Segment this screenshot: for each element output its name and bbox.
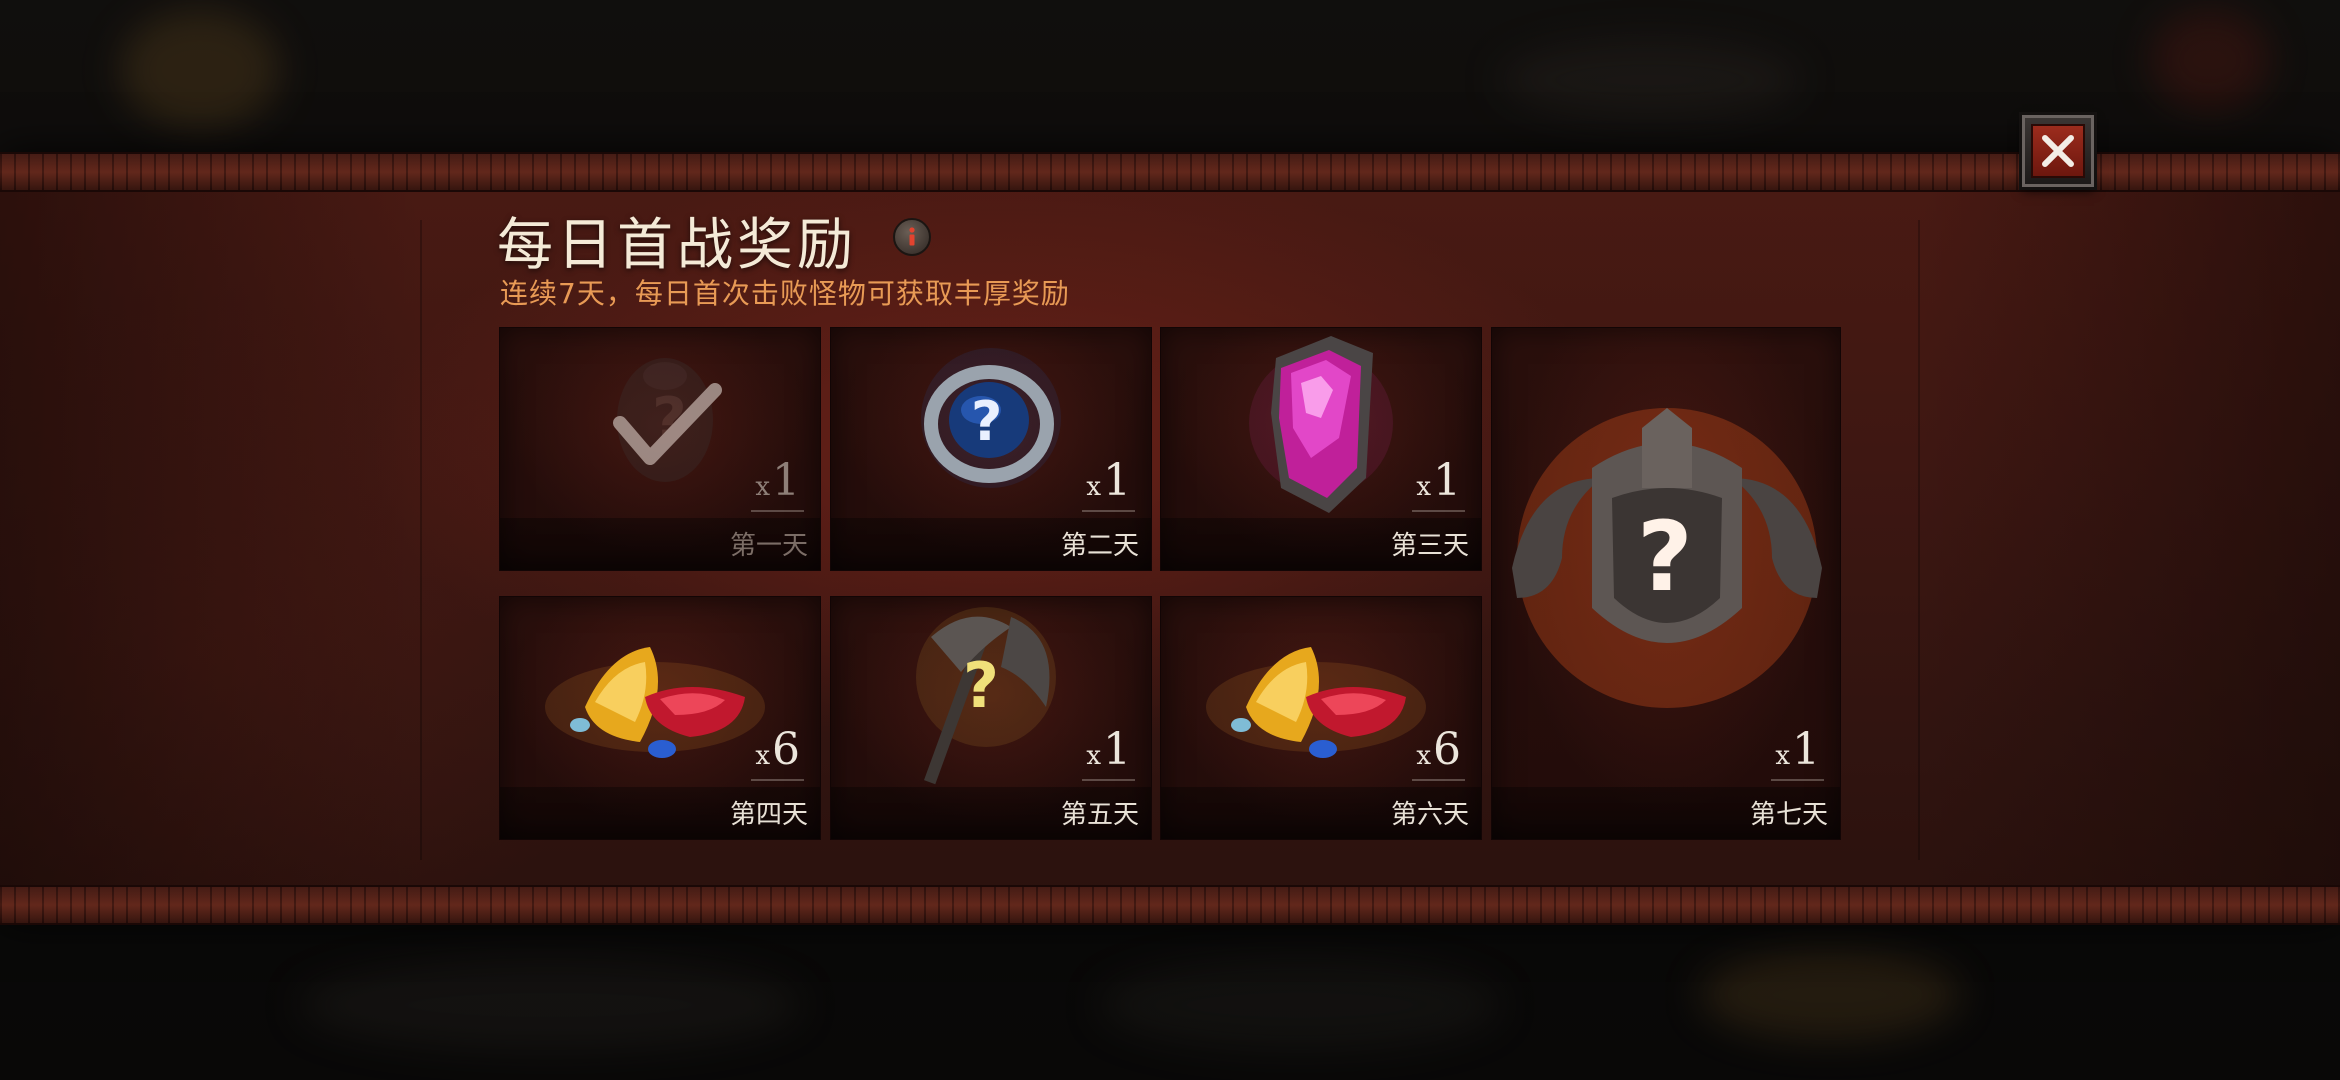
axe-icon: ? bbox=[916, 607, 1056, 785]
svg-text:?: ? bbox=[1637, 501, 1693, 613]
panel-divider-right bbox=[1918, 220, 1920, 860]
svg-text:?: ? bbox=[971, 390, 1002, 453]
reward-quantity: x1 bbox=[1412, 455, 1465, 512]
info-icon[interactable] bbox=[893, 218, 931, 256]
close-button[interactable] bbox=[2022, 115, 2094, 187]
dialog-title: 每日首战奖励 bbox=[497, 213, 857, 278]
day-label: 第一天 bbox=[729, 531, 808, 561]
day-label: 第三天 bbox=[1390, 531, 1469, 561]
reward-quantity: x1 bbox=[1082, 724, 1135, 781]
ring-icon: ? bbox=[921, 348, 1061, 488]
day-label: 第二天 bbox=[1060, 531, 1139, 561]
reward-quantity: x1 bbox=[1771, 724, 1824, 781]
reward-quantity: x6 bbox=[751, 724, 804, 781]
reward-card-day-7[interactable]: ? x1 第七天 bbox=[1491, 327, 1841, 840]
day-label: 第六天 bbox=[1390, 800, 1469, 830]
reward-quantity: x1 bbox=[1082, 455, 1135, 512]
panel-left-shade bbox=[0, 190, 420, 885]
close-icon bbox=[2042, 135, 2074, 167]
reward-quantity: x6 bbox=[1412, 724, 1465, 781]
reward-card-day-1[interactable]: ? x1 第一天 bbox=[499, 327, 821, 571]
gems-icon bbox=[1206, 647, 1426, 758]
reward-card-day-2[interactable]: ? x1 第二天 bbox=[830, 327, 1152, 571]
reward-quantity: x1 bbox=[751, 455, 804, 512]
panel-right-shade bbox=[1920, 190, 2340, 885]
reward-card-day-5[interactable]: ? x1 第五天 bbox=[830, 596, 1152, 840]
day-label: 第四天 bbox=[729, 800, 808, 830]
amulet-icon: ? bbox=[617, 358, 713, 482]
panel-divider-left bbox=[420, 220, 422, 860]
panel-top-border bbox=[0, 152, 2340, 192]
reward-card-day-6[interactable]: x6 第六天 bbox=[1160, 596, 1482, 840]
panel-bottom-border bbox=[0, 885, 2340, 925]
svg-text:?: ? bbox=[963, 649, 999, 722]
reward-card-day-4[interactable]: x6 第四天 bbox=[499, 596, 821, 840]
dialog-subtitle: 连续7天，每日首次击败怪物可获取丰厚奖励 bbox=[500, 277, 1070, 310]
day-label: 第五天 bbox=[1060, 800, 1139, 830]
reward-art: ? bbox=[1492, 328, 1840, 787]
gems-icon bbox=[545, 647, 765, 758]
reward-card-day-3[interactable]: x1 第三天 bbox=[1160, 327, 1482, 571]
crystal-icon bbox=[1249, 336, 1393, 513]
day-label: 第七天 bbox=[1749, 800, 1828, 830]
